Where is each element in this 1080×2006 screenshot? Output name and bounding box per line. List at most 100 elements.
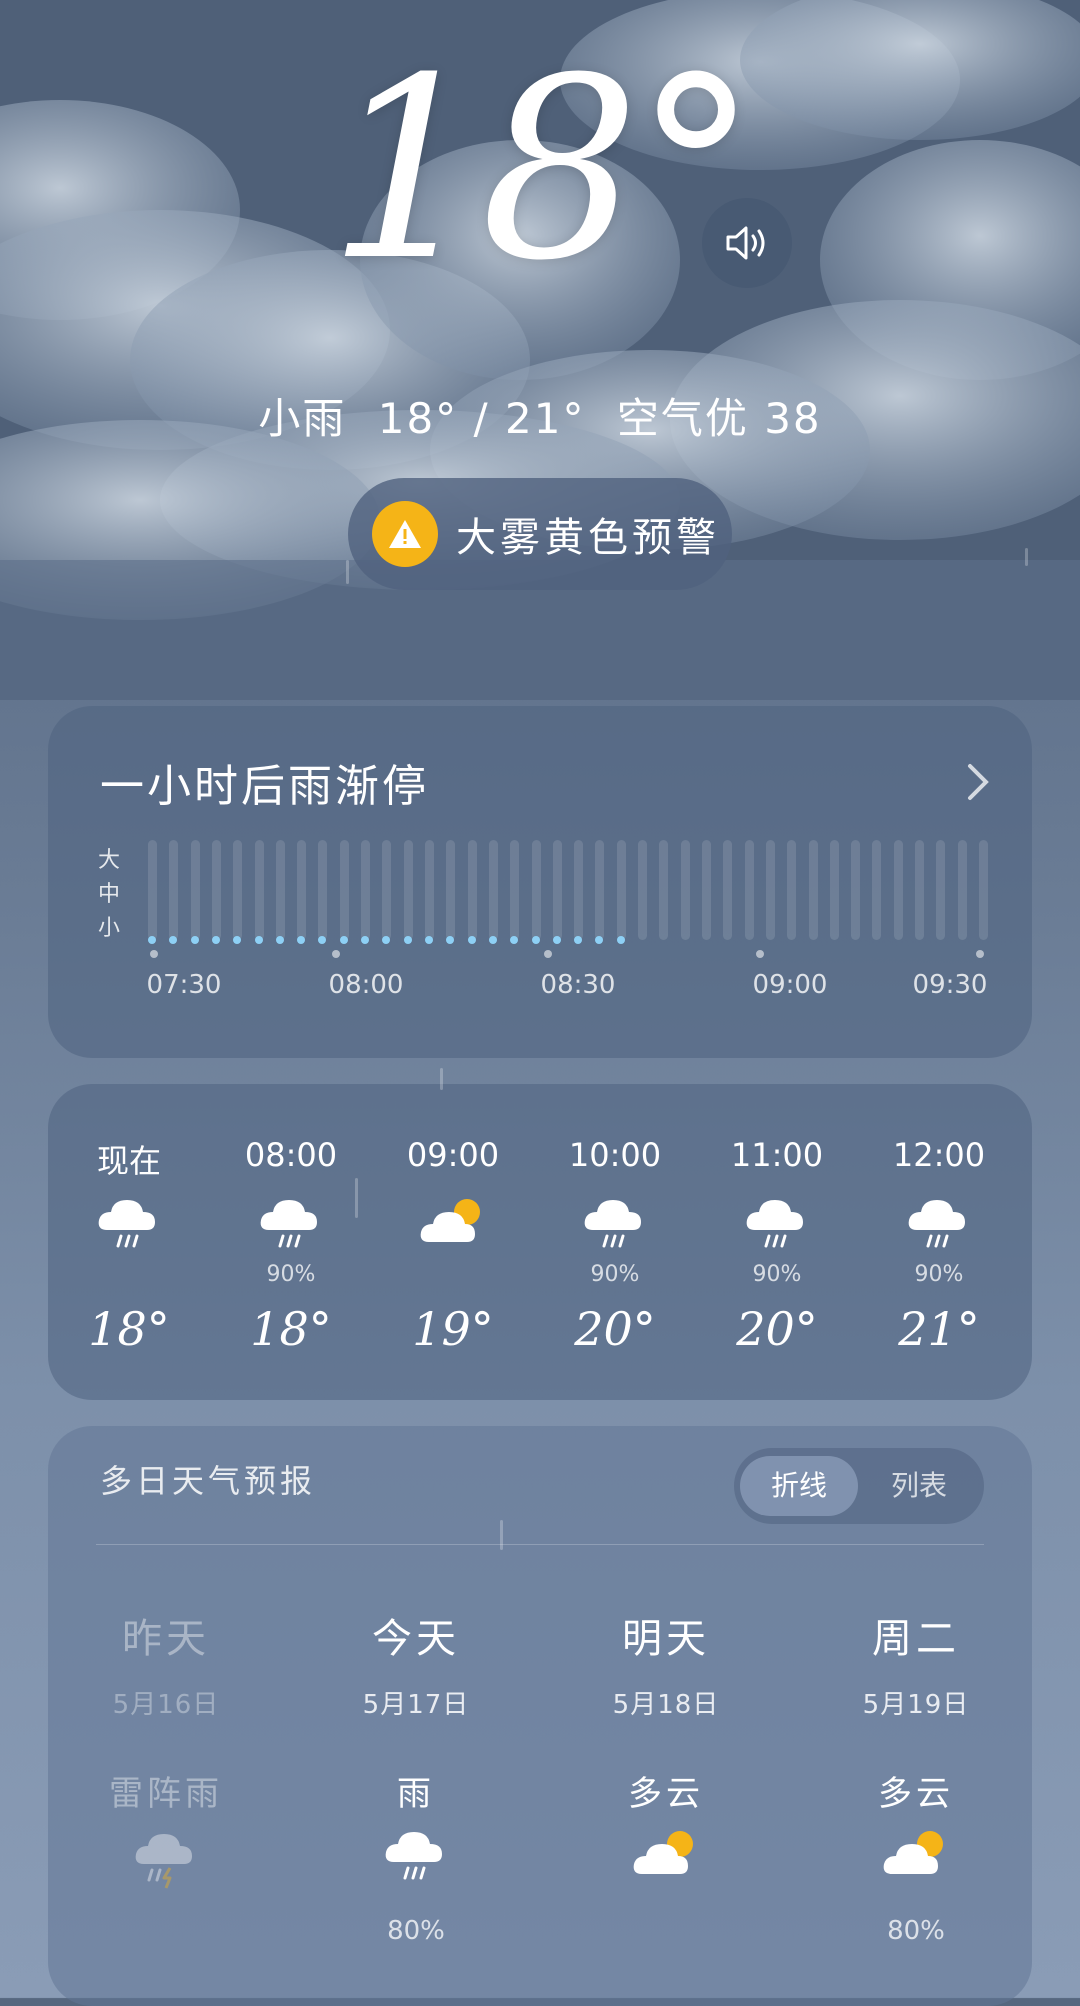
partly-cloudy-icon [630,1826,702,1886]
day-column[interactable]: 今天 5月17日雨 80% [316,1426,516,2006]
precip-bar [851,840,860,940]
hour-precip-prob: 90% [266,1262,316,1287]
summary-temp-range: 18° / 21° [377,394,586,443]
precip-dot [276,936,284,944]
hour-precip-prob: 90% [914,1262,964,1287]
hour-time: 08:00 [244,1136,338,1174]
hourly-list: 现在 18° 08:00 90% 18° 09:00 19° 10:00 90% 20° 11:00… [48,1084,1032,1400]
day-condition: 多云 [628,1774,704,1814]
weather-summary: 小雨 18° / 21° 空气优 38 [0,385,1080,446]
precip-bar [468,840,477,940]
scale-label-light: 小 [98,916,121,941]
precip-dot [169,936,177,944]
day-column[interactable]: 昨天 5月16日 雷阵雨 [66,1426,266,2006]
precip-dot [425,936,433,944]
intensity-scale: 大 中 小 [98,844,120,946]
day-condition: 雷阵雨 [109,1774,223,1814]
rain-streak [440,1068,443,1090]
precip-dot [255,936,263,944]
precip-dot [595,936,603,944]
precip-bar [233,840,242,940]
chevron-right-icon[interactable] [966,762,990,802]
time-label: 07:30 [146,970,222,1000]
day-condition: 雨 [397,1774,435,1814]
precip-dot [382,936,390,944]
precip-dot [532,936,540,944]
day-date: 5月16日 [112,1690,220,1720]
hourly-item[interactable]: 11:00 90% 20° [696,1084,858,1400]
precip-bar [382,840,391,940]
precip-bar [553,840,562,940]
speaker-button[interactable] [702,198,792,288]
time-label: 09:30 [912,970,988,1000]
precip-bar [361,840,370,940]
precip-bar [510,840,519,940]
hourly-forecast-card[interactable]: 现在 18° 08:00 90% 18° 09:00 19° 10:00 90% 20° 11:00… [48,1084,1032,1400]
precip-bar [702,840,711,940]
multi-day-forecast-card[interactable]: 多日天气预报 折线 列表 昨天 5月16日 雷阵雨 今天 5月17日雨 80% 明天 5月18… [48,1426,1032,2006]
time-tick [150,950,158,958]
time-label: 08:00 [328,970,404,1000]
precip-dot [297,936,305,944]
precip-bar [617,840,626,940]
precip-bar [425,840,434,940]
time-tick [756,950,764,958]
precipitation-card[interactable]: 一小时后雨渐停 大 中 小 07:30 08:00 08:30 09:00 09… [48,706,1032,1058]
precip-bar [958,840,967,940]
precip-bar [872,840,881,940]
precip-bar [745,840,754,940]
scale-label-heavy: 大 [98,848,121,873]
day-condition: 多云 [878,1774,954,1814]
hourly-item[interactable]: 12:00 90% 21° [858,1084,1020,1400]
alert-label: 大雾黄色预警 [456,515,720,561]
precip-bar [340,840,349,940]
precip-dot [148,936,156,944]
hour-temp: 19° [412,1302,494,1356]
precip-bar [532,840,541,940]
precip-dot [404,936,412,944]
rain-cloud-icon [93,1194,165,1260]
rain-cloud-icon [579,1194,651,1260]
precip-bar [191,840,200,940]
rain-streak [355,1178,358,1218]
precipitation-time-axis: 07:30 08:00 08:30 09:00 09:30 [48,970,1032,1010]
precip-dot [574,936,582,944]
day-column[interactable]: 周二 5月19日 多云 80% [816,1426,1016,2006]
hour-time: 11:00 [730,1136,824,1174]
hourly-item[interactable]: 现在 18° [48,1084,210,1400]
precip-bar [404,840,413,940]
time-label: 08:30 [540,970,616,1000]
weather-alert-button[interactable]: 大雾黄色预警 [348,478,732,590]
current-temperature: 18° [327,24,758,315]
precip-dot [212,936,220,944]
day-precip-prob: 80% [887,1916,945,1946]
hour-temp: 20° [736,1302,818,1356]
rain-streak [500,1520,503,1550]
day-column[interactable]: 明天 5月18日多云 [566,1426,766,2006]
hour-precip-prob: 90% [590,1262,640,1287]
precip-dot [361,936,369,944]
precip-bar [318,840,327,940]
time-label: 09:00 [752,970,828,1000]
precip-bar [574,840,583,940]
hourly-item[interactable]: 10:00 90% 20° [534,1084,696,1400]
hour-precip-prob: 90% [752,1262,802,1287]
precip-dot [510,936,518,944]
precip-bar [595,840,604,940]
time-tick [976,950,984,958]
precip-bar [169,840,178,940]
hour-time: 现在 [96,1142,161,1180]
day-date: 5月18日 [612,1690,720,1720]
hourly-item[interactable]: 09:00 19° [372,1084,534,1400]
precip-bar [894,840,903,940]
day-name: 明天 [622,1616,710,1662]
hourly-item[interactable]: 08:00 90% 18° [210,1084,372,1400]
day-precip-prob: 80% [387,1916,445,1946]
hour-temp: 20° [574,1302,656,1356]
rain-cloud-icon [255,1194,327,1260]
precip-bar [979,840,988,940]
hour-temp: 18° [250,1302,332,1356]
precip-bar [446,840,455,940]
precip-dot [468,936,476,944]
summary-aqi[interactable]: 空气优 38 [617,394,822,443]
